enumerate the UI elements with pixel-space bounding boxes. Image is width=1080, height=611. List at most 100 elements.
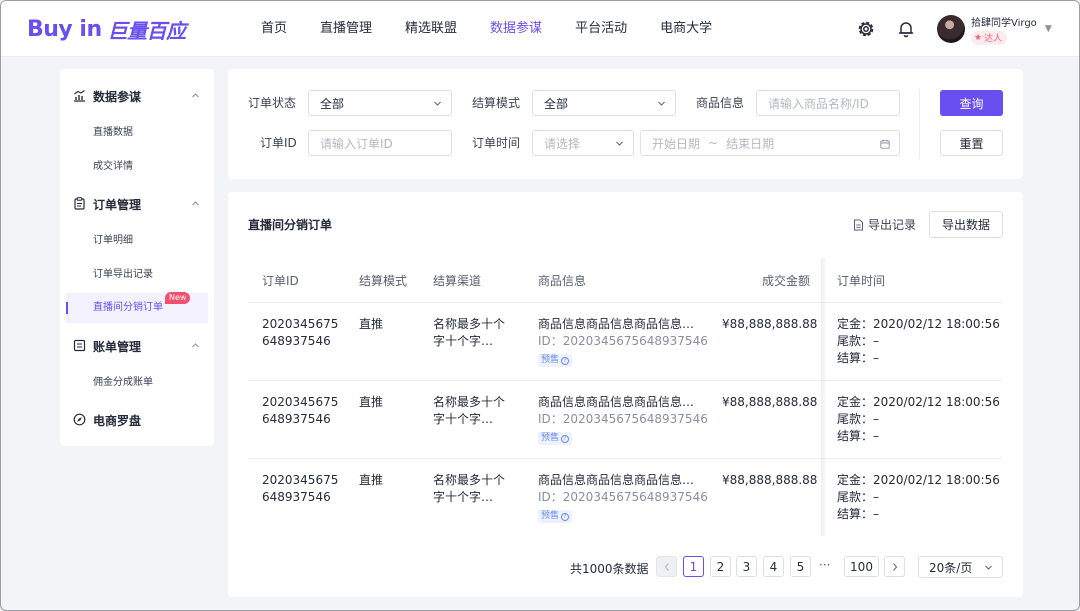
- settle-time: 结算：–: [837, 351, 880, 365]
- calendar-icon: [880, 139, 890, 149]
- presale-label: 预售: [541, 433, 560, 443]
- query-button[interactable]: 查询: [940, 90, 1003, 116]
- order-id-input[interactable]: 请输入订单ID: [308, 130, 452, 156]
- nav-item-ecommerce-university[interactable]: 电商大学: [660, 1, 712, 57]
- pagination-page-4[interactable]: 4: [763, 556, 784, 577]
- deposit-time: 定金：2020/02/12 18:00:56: [837, 395, 1000, 409]
- user-profile[interactable]: 拾肆同学Virgo ★ 达人 ▼: [937, 13, 1052, 45]
- start-date-placeholder: 开始日期: [652, 136, 701, 151]
- pagination-page-last[interactable]: 100: [844, 556, 879, 577]
- filter-divider: [919, 89, 920, 159]
- reset-button[interactable]: 重置: [940, 130, 1003, 156]
- product-name[interactable]: 商品信息商品信息商品信息…: [538, 394, 708, 411]
- order-id-part: 2020345675: [262, 473, 339, 487]
- chevron-down-icon: [985, 565, 992, 570]
- order-status-value: 全部: [320, 96, 345, 111]
- sidebar-item-order-export-records[interactable]: 订单导出记录: [66, 260, 208, 290]
- end-date-placeholder: 结束日期: [726, 136, 775, 151]
- presale-tag: 预售 ?: [538, 432, 573, 445]
- brand-logo[interactable]: Buy in 巨量百应: [27, 13, 186, 45]
- clipboard-icon: [74, 197, 85, 210]
- pagination-page-5[interactable]: 5: [790, 556, 811, 577]
- help-icon[interactable]: ?: [561, 356, 570, 365]
- column-header-order-id[interactable]: 订单ID: [262, 272, 299, 289]
- channel-line: 名称最多十个: [433, 317, 506, 331]
- order-id-part: 2020345675: [262, 317, 339, 331]
- order-time-type-placeholder: 请选择: [544, 136, 581, 151]
- notification-bell-icon[interactable]: [895, 18, 917, 40]
- column-header-order-time[interactable]: 订单时间: [837, 272, 885, 289]
- settle-mode-cell: 直推: [359, 395, 384, 409]
- nav-item-platform-events[interactable]: 平台活动: [575, 1, 627, 57]
- pagination-next-button[interactable]: [884, 556, 905, 577]
- table-row[interactable]: 2020345675 648937546 直推 名称最多十个 字十个字… 商品信…: [228, 459, 1023, 537]
- help-icon[interactable]: ?: [561, 434, 570, 443]
- order-status-select[interactable]: 全部: [308, 90, 452, 116]
- sidebar-group-label: 订单管理: [93, 197, 142, 212]
- caret-down-icon[interactable]: ▼: [1045, 24, 1052, 34]
- channel-line: 字十个字…: [433, 334, 494, 348]
- settings-gear-icon[interactable]: [855, 18, 877, 40]
- logo-text-cn: 巨量百应: [107, 18, 187, 43]
- column-header-settle-mode[interactable]: 结算模式: [359, 272, 407, 289]
- product-info-input[interactable]: 请输入商品名称/ID: [756, 90, 900, 116]
- new-badge: New: [165, 292, 191, 304]
- pagination-total: 共1000条数据: [570, 562, 649, 576]
- nav-item-selection-alliance[interactable]: 精选联盟: [405, 1, 457, 57]
- nav-item-home[interactable]: 首页: [261, 1, 287, 57]
- sidebar-item-order-details[interactable]: 订单明细: [66, 226, 208, 256]
- settle-channel-cell: 名称最多十个 字十个字…: [433, 472, 505, 506]
- bill-icon: [73, 339, 86, 352]
- chevron-right-icon: [892, 562, 897, 571]
- table-row[interactable]: 2020345675 648937546 直推 名称最多十个 字十个字… 商品信…: [228, 381, 1023, 459]
- channel-line: 名称最多十个: [433, 395, 506, 409]
- page-size-select[interactable]: 20条/页: [918, 556, 1003, 578]
- product-name[interactable]: 商品信息商品信息商品信息…: [538, 316, 708, 333]
- pagination-ellipsis[interactable]: ···: [819, 558, 830, 572]
- order-date-range-picker[interactable]: 开始日期 ~ 结束日期: [640, 130, 900, 156]
- sidebar-group-ecommerce-compass[interactable]: 电商罗盘: [60, 410, 214, 430]
- sidebar-item-live-data[interactable]: 直播数据: [66, 118, 208, 148]
- pagination-page-2[interactable]: 2: [710, 556, 731, 577]
- export-data-button[interactable]: 导出数据: [929, 211, 1003, 238]
- sidebar-group-bill-management[interactable]: 账单管理: [60, 336, 214, 356]
- sidebar-item-commission-bills[interactable]: 佣金分成账单: [66, 368, 208, 398]
- column-header-settle-channel[interactable]: 结算渠道: [433, 272, 481, 289]
- channel-line: 字十个字…: [433, 490, 494, 504]
- help-icon[interactable]: ?: [561, 512, 570, 521]
- chevron-up-icon: [192, 201, 199, 206]
- presale-tag: 预售 ?: [538, 510, 573, 523]
- product-id: ID：2020345675648937546: [538, 412, 708, 426]
- product-info-cell: 商品信息商品信息商品信息… ID：2020345675648937546 预售 …: [538, 472, 708, 523]
- top-header: Buy in 巨量百应 首页 直播管理 精选联盟 数据参谋 平台活动 电商大学: [1, 1, 1079, 57]
- presale-tag: 预售 ?: [538, 354, 573, 367]
- order-time-type-select[interactable]: 请选择: [532, 130, 634, 156]
- sidebar-group-order-management[interactable]: 订单管理: [60, 194, 214, 214]
- order-status-label: 订单状态: [248, 96, 297, 110]
- nav-item-data-advisor[interactable]: 数据参谋: [490, 1, 542, 57]
- amount-cell: ¥88,888,888.88: [722, 317, 818, 331]
- table-row[interactable]: 2020345675 648937546 直推 名称最多十个 字十个字… 商品信…: [228, 303, 1023, 381]
- column-header-amount[interactable]: 成交金额: [762, 272, 810, 289]
- sidebar-item-live-distribution-orders[interactable]: 直播间分销订单 New: [66, 292, 208, 323]
- sidebar-group-label: 账单管理: [93, 339, 142, 354]
- column-header-product-info[interactable]: 商品信息: [538, 272, 586, 289]
- sidebar-group-label: 电商罗盘: [93, 413, 142, 428]
- pagination-page-3[interactable]: 3: [736, 556, 757, 577]
- pagination-prev-button[interactable]: [656, 556, 677, 577]
- order-id-part: 648937546: [262, 412, 331, 426]
- settle-mode-select[interactable]: 全部: [532, 90, 676, 116]
- order-id-cell: 2020345675 648937546: [262, 394, 338, 428]
- export-record-label: 导出记录: [868, 218, 917, 232]
- sidebar-group-data-advisor[interactable]: 数据参谋: [60, 86, 214, 106]
- product-name[interactable]: 商品信息商品信息商品信息…: [538, 472, 708, 489]
- nav-item-live-management[interactable]: 直播管理: [320, 1, 372, 57]
- avatar[interactable]: [937, 15, 965, 43]
- pagination-page-1[interactable]: 1: [683, 556, 704, 577]
- export-record-link[interactable]: 导出记录: [853, 216, 916, 233]
- user-role-label: 达人: [984, 34, 1003, 44]
- sidebar-item-transaction-details[interactable]: 成交详情: [66, 152, 208, 182]
- star-icon: ★: [974, 32, 983, 43]
- page-size-value: 20条/页: [929, 560, 973, 575]
- channel-line: 名称最多十个: [433, 473, 506, 487]
